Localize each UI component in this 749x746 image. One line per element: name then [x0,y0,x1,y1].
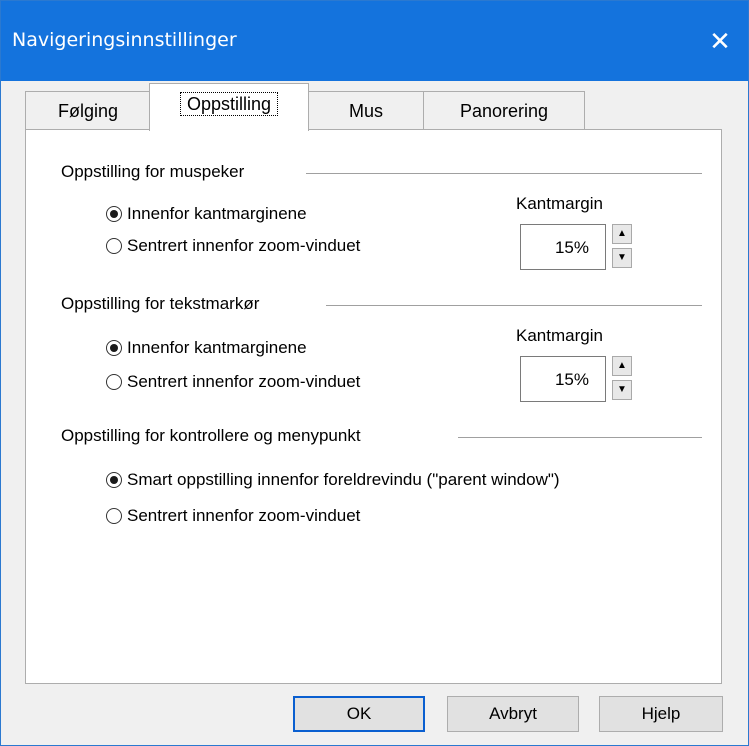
tab-oppstilling[interactable]: Oppstilling [149,83,309,131]
close-icon[interactable]: ✕ [692,19,748,63]
radio-dot [110,210,118,218]
group-title-mouse: Oppstilling for muspeker [61,162,245,181]
group-divider [458,437,702,438]
radio-label: Sentrert innenfor zoom-vinduet [127,506,361,525]
tab-label: Oppstilling [179,92,279,116]
margin-spinner-text: 15% ▲ ▼ [520,356,638,404]
radio-label: Sentrert innenfor zoom-vinduet [127,372,361,391]
margin-input-mouse[interactable]: 15% [520,224,606,270]
help-button[interactable]: Hjelp [599,696,723,732]
margin-spinner-mouse: 15% ▲ ▼ [520,224,638,272]
radio-controls-smart[interactable]: Smart oppstilling innenfor foreldrevindu… [106,470,560,490]
radio-text-centered[interactable]: Sentrert innenfor zoom-vinduet [106,372,360,392]
radio-mouse-centered[interactable]: Sentrert innenfor zoom-vinduet [106,236,360,256]
radio-label: Sentrert innenfor zoom-vinduet [127,236,361,255]
radio-circle [106,238,122,254]
tab-label: Mus [348,101,383,121]
radio-circle [106,508,122,524]
group-divider [306,173,702,174]
window-title: Navigeringsinnstillinger [12,29,237,51]
margin-label-text: Kantmargin [516,326,603,345]
group-divider [326,305,702,306]
cancel-button[interactable]: Avbryt [447,696,579,732]
tab-mus[interactable]: Mus [307,91,425,130]
tab-panel: Oppstilling for muspeker Innenfor kantma… [25,129,722,684]
tab-label: Følging [57,101,119,121]
margin-label-mouse: Kantmargin [516,194,603,213]
radio-dot [110,476,118,484]
radio-controls-centered[interactable]: Sentrert innenfor zoom-vinduet [106,506,360,526]
radio-mouse-within-margins[interactable]: Innenfor kantmarginene [106,204,307,224]
radio-label: Smart oppstilling innenfor foreldrevindu… [127,470,560,489]
up-arrow-icon[interactable]: ▲ [612,356,632,376]
ok-button[interactable]: OK [293,696,425,732]
title-bar[interactable]: Navigeringsinnstillinger ✕ [1,1,748,81]
radio-text-within-margins[interactable]: Innenfor kantmarginene [106,338,307,358]
down-arrow-icon[interactable]: ▼ [612,248,632,268]
radio-circle [106,374,122,390]
tab-label: Panorering [459,101,549,121]
up-arrow-icon[interactable]: ▲ [612,224,632,244]
radio-dot [110,344,118,352]
group-title-controls: Oppstilling for kontrollere og menypunkt [61,426,361,445]
tab-folging[interactable]: Følging [25,91,151,130]
dialog-window: Navigeringsinnstillinger ✕ Følging Oppst… [0,0,749,746]
margin-input-text[interactable]: 15% [520,356,606,402]
radio-circle [106,206,122,222]
radio-circle [106,340,122,356]
radio-label: Innenfor kantmarginene [127,338,307,357]
group-title-text-cursor: Oppstilling for tekstmarkør [61,294,260,313]
down-arrow-icon[interactable]: ▼ [612,380,632,400]
radio-label: Innenfor kantmarginene [127,204,307,223]
radio-circle [106,472,122,488]
tab-panorering[interactable]: Panorering [423,91,585,130]
